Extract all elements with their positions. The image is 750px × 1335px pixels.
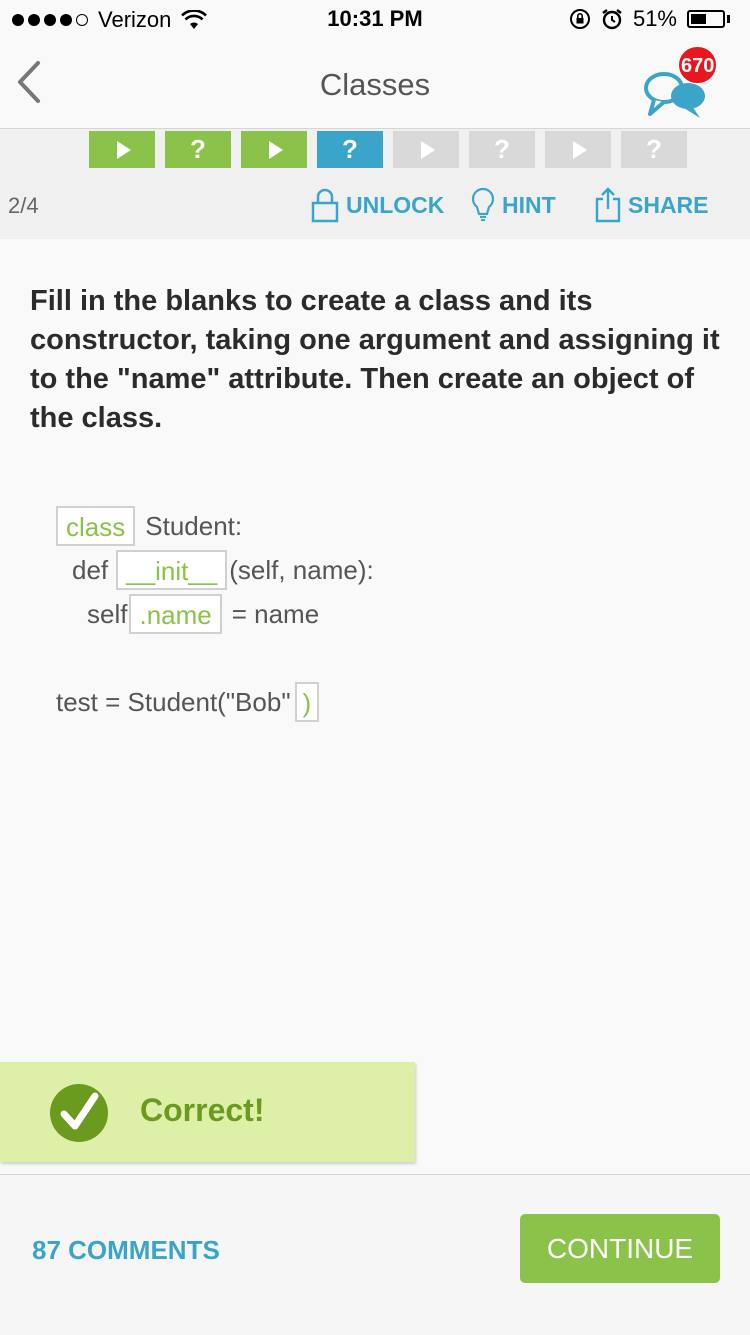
code-line-2: def __init__ (self, name): <box>72 548 374 592</box>
code-text: self <box>87 599 128 629</box>
step-8[interactable]: ? <box>621 131 687 168</box>
code-text: (self, name): <box>229 555 374 585</box>
code-line-3: self .name = name <box>87 592 319 636</box>
hint-button[interactable]: HINT <box>470 187 556 223</box>
answer-blank-name[interactable]: .name <box>129 594 222 634</box>
step-6[interactable]: ? <box>469 131 535 168</box>
rotation-lock-icon <box>569 9 590 29</box>
step-5[interactable] <box>393 131 459 168</box>
code-text: Student: <box>145 511 243 541</box>
code-line-4: test = Student("Bob" ) <box>56 680 320 724</box>
notification-badge: 670 <box>678 46 718 84</box>
battery-percent: 51% <box>632 6 677 31</box>
share-icon <box>595 187 621 223</box>
answer-blank-init[interactable]: __init__ <box>116 550 228 590</box>
code-text: def <box>72 555 109 585</box>
result-banner: Correct! <box>0 1062 415 1162</box>
code-text: = name <box>231 599 320 629</box>
hint-label: HINT <box>502 191 556 218</box>
code-line-1: class Student: <box>56 504 242 548</box>
page-count: 2/4 <box>8 193 39 218</box>
alarm-icon <box>602 9 622 30</box>
nav-header: Classes 670 <box>0 40 750 129</box>
share-button[interactable]: SHARE <box>594 187 709 223</box>
step-2[interactable]: ? <box>165 131 231 168</box>
play-icon <box>117 140 131 159</box>
question-text: Fill in the blanks to create a class and… <box>30 285 720 434</box>
answer-blank-paren[interactable]: ) <box>294 682 320 722</box>
battery-icon <box>687 10 725 28</box>
lightbulb-icon <box>471 187 495 221</box>
battery-nub <box>727 15 730 23</box>
discussion-button[interactable]: 670 <box>636 46 726 122</box>
continue-button[interactable]: CONTINUE <box>520 1214 720 1283</box>
play-icon <box>421 140 435 159</box>
footer-bar: 87 COMMENTS CONTINUE <box>0 1174 750 1335</box>
lock-icon <box>311 188 339 223</box>
unlock-label: UNLOCK <box>346 191 445 218</box>
play-icon <box>269 140 283 159</box>
share-label: SHARE <box>628 191 709 218</box>
checkmark-icon <box>50 1084 108 1142</box>
step-1[interactable] <box>89 131 155 168</box>
step-3[interactable] <box>241 131 307 168</box>
result-text: Correct! <box>140 1092 265 1128</box>
lesson-toolbar: ? ? ? ? 2/4 UNLOCK HINT SHARE <box>0 129 750 239</box>
lesson-progress-steps: ? ? ? ? <box>89 131 687 168</box>
comments-link[interactable]: 87 COMMENTS <box>32 1235 220 1266</box>
unlock-button[interactable]: UNLOCK <box>310 187 444 223</box>
status-bar: Verizon 10:31 PM 51% <box>0 0 750 40</box>
status-right: 51% <box>569 6 730 32</box>
code-text: test = Student("Bob" <box>56 687 291 717</box>
step-4[interactable]: ? <box>317 131 383 168</box>
answer-blank-class[interactable]: class <box>56 506 136 546</box>
play-icon <box>573 140 587 159</box>
step-7[interactable] <box>545 131 611 168</box>
